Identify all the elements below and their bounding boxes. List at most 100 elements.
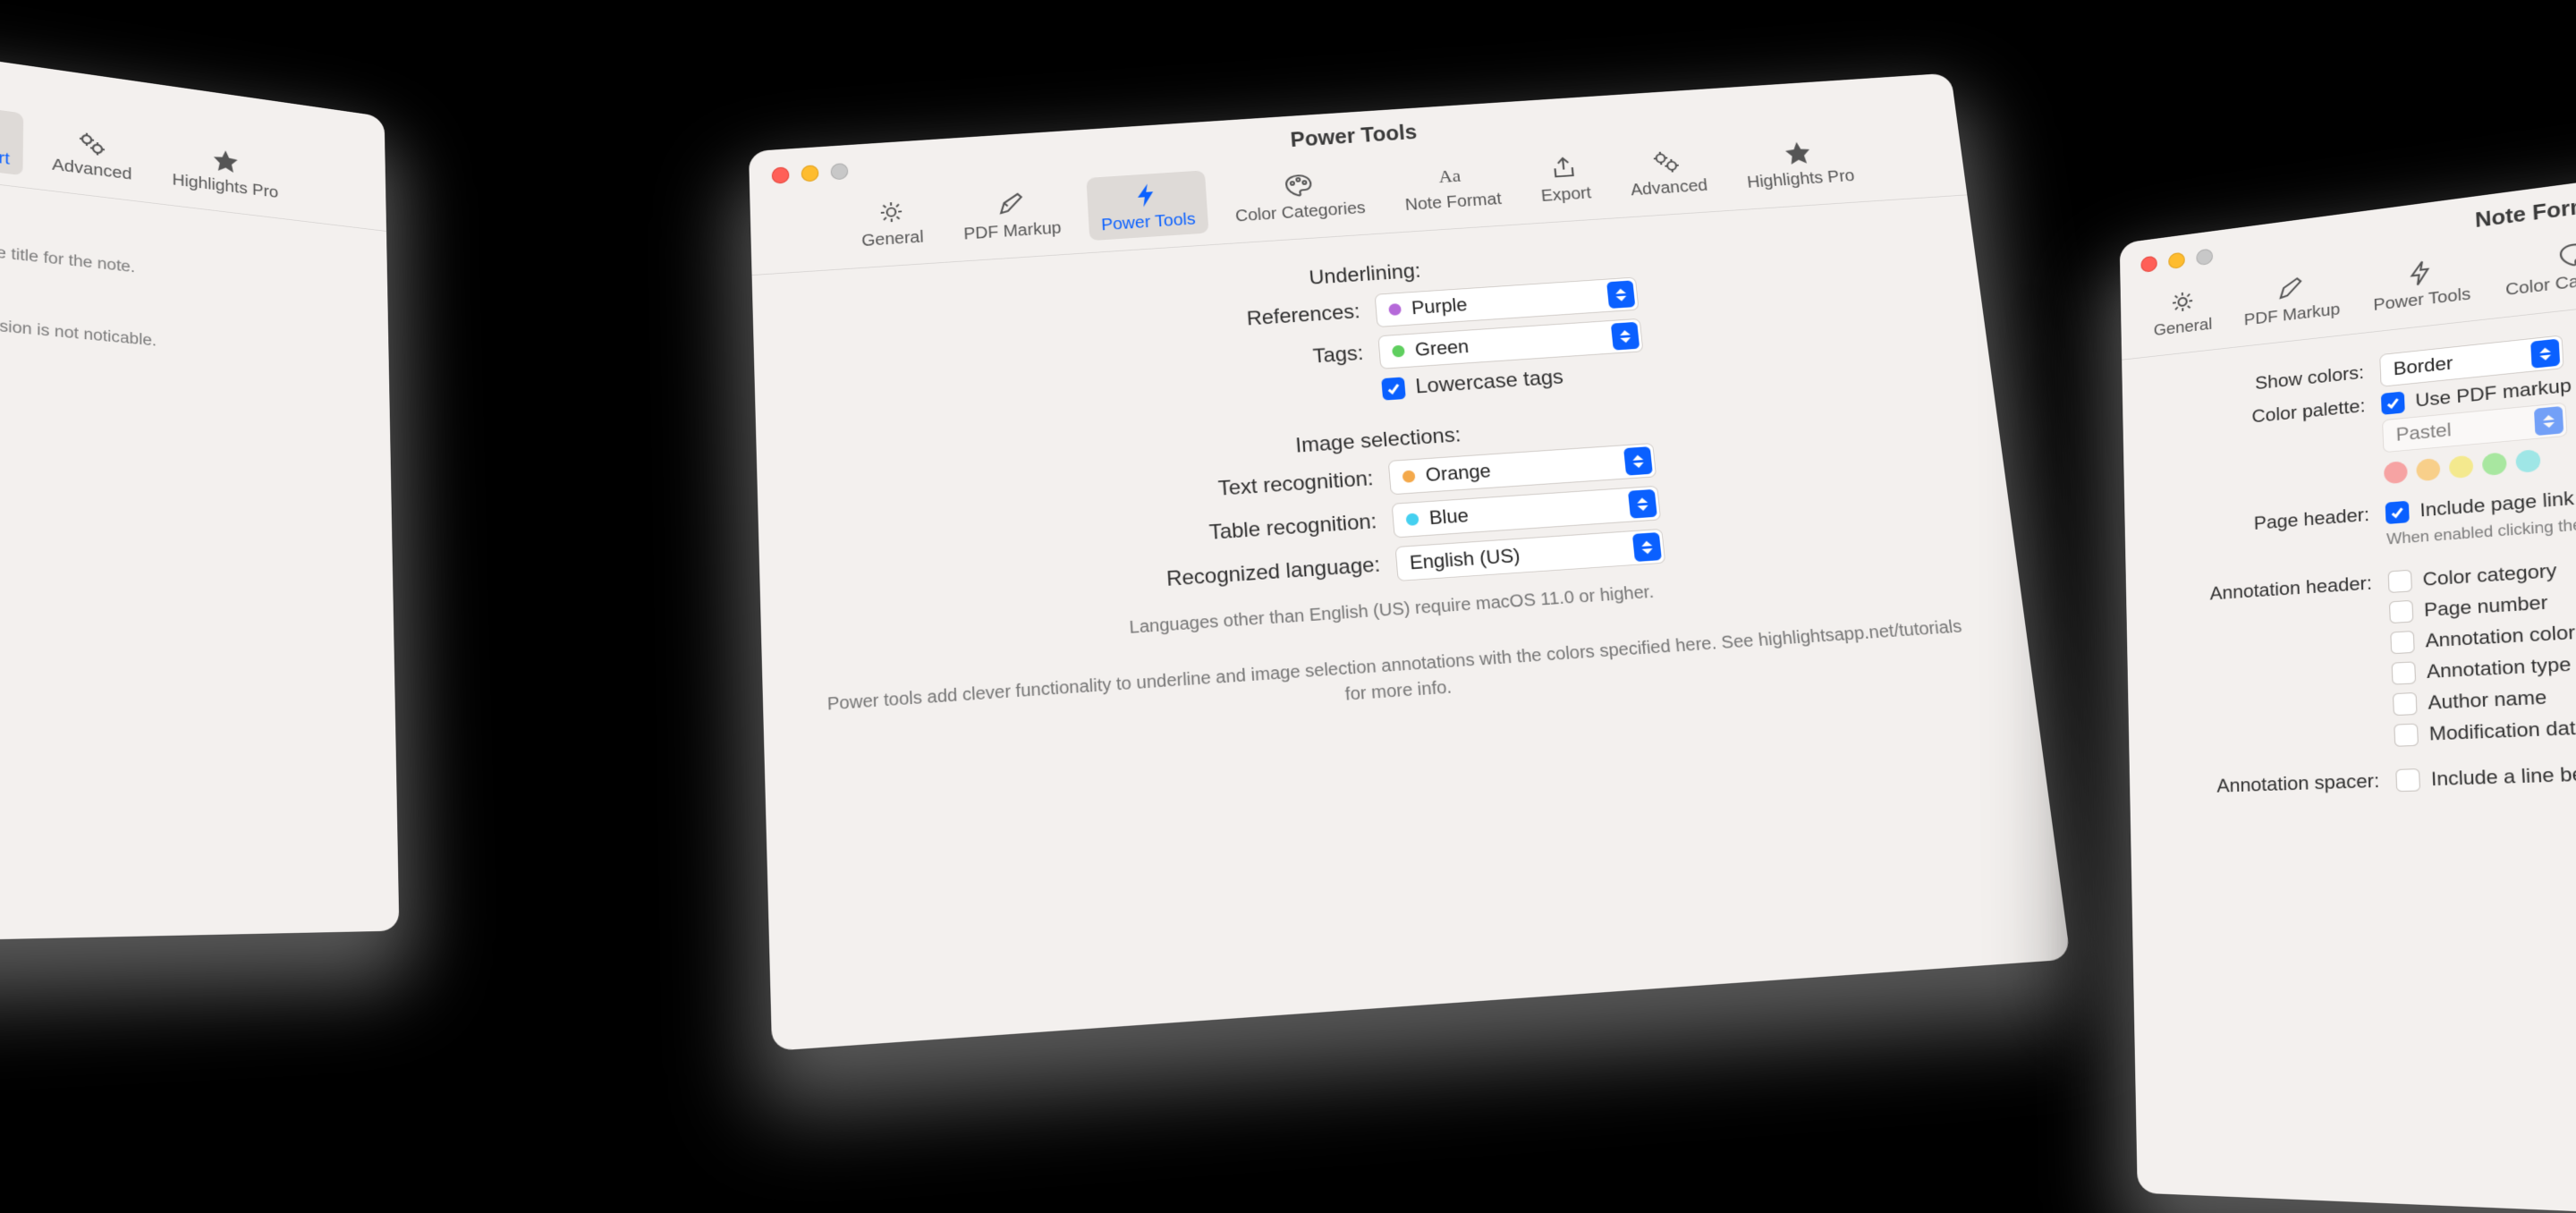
preferences-window-power-tools: Power Tools General PDF Markup Power Too…	[749, 73, 2071, 1051]
tab-pdf-markup[interactable]: PDF Markup	[949, 179, 1074, 250]
tab-label: Power Tools	[2373, 285, 2471, 315]
pencil-icon	[993, 189, 1029, 220]
annotation-type-checkbox[interactable]	[2392, 662, 2417, 685]
tab-label: General	[2154, 316, 2213, 341]
checkbox-label: Annotation type	[2426, 653, 2572, 683]
chevron-up-down-icon[interactable]	[1628, 489, 1657, 519]
chevron-up-down-icon[interactable]	[2530, 339, 2560, 369]
tab-power-tools[interactable]: Power Tools	[1087, 170, 1209, 241]
checkbox-label: Page number	[2424, 591, 2548, 622]
select-value: English (US)	[1409, 545, 1521, 575]
author-name-checkbox[interactable]	[2393, 692, 2418, 716]
annotation-color-checkbox[interactable]	[2390, 631, 2414, 654]
tab-pdf-markup[interactable]: PDF Markup	[2231, 260, 2352, 335]
tab-highlights-pro[interactable]: Highlights Pro	[1730, 127, 1868, 198]
palette-icon	[2555, 237, 2576, 271]
text-recognition-select[interactable]: Orange	[1388, 443, 1657, 495]
pencil-icon	[2274, 273, 2309, 305]
chevron-up-down-icon[interactable]	[1611, 322, 1640, 351]
svg-text:Aa: Aa	[1438, 165, 1462, 187]
checkbox-label: Lowercase tags	[1414, 366, 1564, 399]
chevron-up-down-icon[interactable]	[1632, 532, 1662, 562]
tab-label: Export	[0, 144, 10, 170]
chevron-up-down-icon[interactable]	[2534, 406, 2563, 436]
preferences-window-export: Export Color Categories Note Format Expo…	[0, 0, 399, 952]
select-value: Orange	[1425, 460, 1492, 487]
annotation-spacer-label: Annotation spacer:	[2151, 770, 2379, 800]
recognized-language-label: Recognized language:	[1111, 553, 1381, 596]
bolt-icon	[1129, 180, 1165, 211]
select-value: Green	[1414, 335, 1470, 361]
tab-export[interactable]: Export	[0, 103, 23, 176]
swatch-icon	[2384, 461, 2408, 484]
references-select[interactable]: Purple	[1375, 276, 1640, 327]
star-icon	[1779, 137, 1817, 168]
recognized-language-select[interactable]: English (US)	[1395, 529, 1666, 581]
table-recognition-select[interactable]: Blue	[1392, 486, 1662, 539]
tab-label: Export	[1540, 184, 1592, 207]
text-format-icon: Aa	[1432, 159, 1470, 191]
lowercase-tags-checkbox[interactable]	[1381, 377, 1406, 400]
chevron-up-down-icon[interactable]	[1623, 446, 1653, 476]
tab-general[interactable]: General	[2141, 276, 2224, 346]
gears-icon	[74, 126, 110, 159]
checkbox-label: Include a line between	[2430, 761, 2576, 791]
tab-advanced[interactable]: Advanced	[1614, 137, 1721, 206]
spacer	[1102, 391, 1367, 409]
checkbox-label: Author name	[2428, 686, 2547, 714]
tab-label: General	[861, 228, 924, 251]
gear-icon	[2165, 286, 2199, 318]
palette-icon	[1280, 170, 1317, 201]
checkbox-label: Modification date	[2428, 717, 2576, 746]
export-icon	[0, 112, 2, 146]
content: Underlining: References: Purple Tags: Gr…	[752, 195, 2036, 784]
swatch-icon	[2416, 458, 2440, 482]
tab-label: Advanced	[52, 156, 131, 184]
text-recognition-label: Text recognition:	[1106, 467, 1375, 509]
chevron-up-down-icon[interactable]	[1606, 280, 1635, 309]
annotation-header-label: Annotation header:	[2148, 573, 2372, 609]
tab-highlights-pro[interactable]: Highlights Pro	[160, 131, 291, 208]
page-number-checkbox[interactable]	[2389, 600, 2413, 623]
tab-advanced[interactable]: Advanced	[39, 115, 145, 191]
include-page-link-checkbox[interactable]	[2385, 501, 2410, 524]
export-icon	[1545, 152, 1582, 183]
include-line-checkbox[interactable]	[2395, 768, 2420, 792]
select-value: Purple	[1411, 294, 1468, 319]
tab-general[interactable]: General	[848, 188, 936, 257]
tags-select[interactable]: Green	[1377, 318, 1643, 369]
select-value: Pastel	[2395, 420, 2452, 446]
color-dot-icon	[1402, 471, 1416, 483]
color-dot-icon	[1406, 513, 1419, 525]
tab-power-tools[interactable]: Power Tools	[2360, 244, 2485, 321]
tab-label: Note Format	[1404, 190, 1502, 215]
tab-label: Advanced	[1630, 176, 1708, 200]
select-value: Blue	[1428, 505, 1470, 530]
tab-label: PDF Markup	[963, 219, 1062, 244]
tab-export[interactable]: Export	[1524, 145, 1605, 212]
tags-label: Tags:	[1099, 342, 1364, 383]
references-label: References:	[1097, 301, 1360, 342]
gears-icon	[1648, 146, 1685, 177]
use-pdf-markup-checkbox[interactable]	[2381, 391, 2405, 414]
modification-date-checkbox[interactable]	[2394, 724, 2419, 747]
checkbox-label: Color category	[2422, 560, 2557, 591]
color-dot-icon	[1388, 303, 1402, 316]
tab-label: Color Categories	[1234, 199, 1366, 226]
tab-note-format[interactable]: Aa Note Format	[1389, 150, 1515, 221]
tab-color-categories[interactable]: Color Categories	[1220, 159, 1379, 232]
checkbox-label: Annotation color	[2425, 622, 2576, 653]
bolt-icon	[2402, 257, 2439, 290]
star-icon	[208, 144, 242, 176]
preferences-window-note-format: Note Format General PDF Markup Power Too…	[2120, 123, 2576, 1213]
color-category-checkbox[interactable]	[2388, 570, 2412, 593]
swatch-icon	[2449, 455, 2474, 479]
tab-label: Highlights Pro	[1746, 166, 1855, 192]
color-dot-icon	[1392, 345, 1405, 358]
swatch-icon	[2482, 452, 2507, 476]
swatch-icon	[2515, 449, 2541, 473]
tab-label: PDF Markup	[2244, 301, 2341, 330]
tab-label: Power Tools	[1101, 210, 1197, 235]
gear-icon	[874, 196, 910, 227]
tab-label: Highlights Pro	[173, 171, 279, 202]
